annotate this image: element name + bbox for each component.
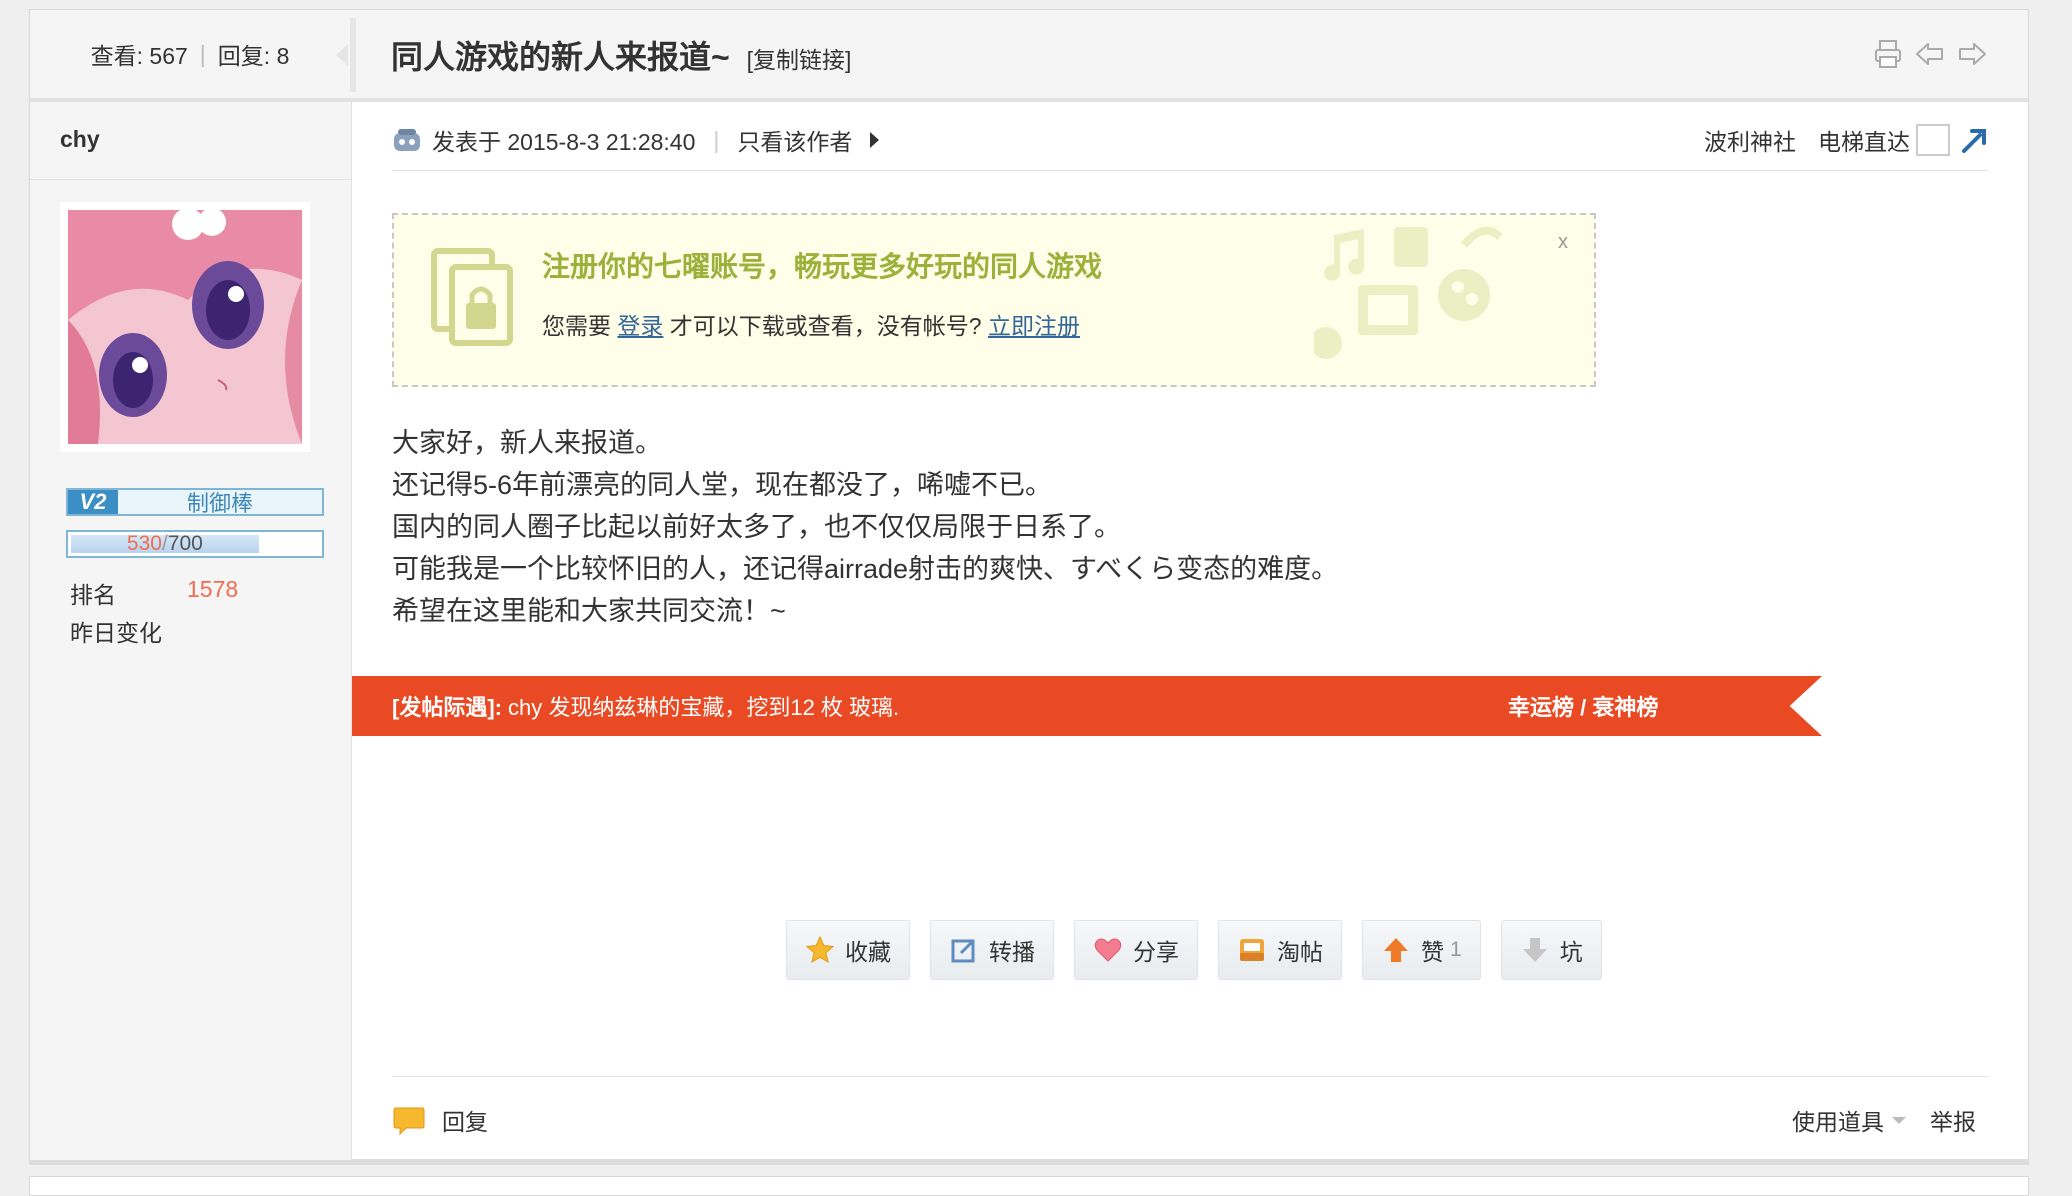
author-name[interactable]: chy <box>60 126 100 153</box>
thumb-up-arrow-icon <box>1384 938 1408 962</box>
repost-label: 转播 <box>989 939 1035 965</box>
content-line: 可能我是一个比较怀旧的人，还记得airrade射击的爽快、すべくら变态的难度。 <box>392 554 1339 584</box>
avatar-image <box>68 210 302 444</box>
thread-stats: 查看: 567 | 回复: 8 <box>30 10 350 98</box>
tray-icon <box>1240 939 1264 961</box>
only-author-link[interactable]: 只看该作者 <box>737 123 852 157</box>
share-label: 分享 <box>1133 939 1179 965</box>
footer-divider <box>392 1076 1988 1077</box>
views-stat: 查看: 567 <box>90 43 188 69</box>
star-icon <box>805 935 835 964</box>
board-link[interactable]: 波利神社 <box>1704 123 1796 157</box>
elevator-go-icon[interactable] <box>1958 125 1988 155</box>
lock-icon <box>431 248 513 346</box>
content-line: 大家好，新人来报道。 <box>392 428 662 458</box>
like-label: 赞 <box>1421 939 1444 965</box>
prev-thread-icon[interactable] <box>1914 38 1946 70</box>
thumb-down-arrow-icon <box>1522 938 1547 962</box>
copy-link-button[interactable]: [复制链接] <box>747 47 852 73</box>
stats-arrow <box>336 44 348 66</box>
avatar[interactable] <box>60 202 310 452</box>
login-notice: 注册你的七曜账号，畅玩更多好玩的同人游戏 您需要 登录 才可以下载或查看，没有帐… <box>392 213 1596 387</box>
post-nav: 波利神社 电梯直达 <box>1704 120 1988 160</box>
replies-stat: 回复: 8 <box>217 43 290 69</box>
register-link[interactable]: 立即注册 <box>988 313 1080 339</box>
speech-bubble-icon <box>393 1107 425 1136</box>
rank-label: 排名 <box>70 582 116 608</box>
like-count: 1 <box>1450 938 1462 961</box>
chevron-down-icon <box>1892 1116 1906 1124</box>
yesterday-change-label: 昨日变化 <box>70 620 162 646</box>
repost-button[interactable]: 转播 <box>930 920 1054 980</box>
author-divider <box>30 179 351 180</box>
post-panel: 查看: 567 | 回复: 8 同人游戏的新人来报道~ [复制链接] chy V… <box>29 9 2029 1165</box>
post-meta: 发表于 2015-8-3 21:28:40 | 只看该作者 <box>392 120 880 160</box>
level-badge[interactable]: V2 制御棒 <box>66 488 324 516</box>
stats-separator: | <box>199 40 206 67</box>
rank-value: 1578 <box>187 576 239 602</box>
exp-progress: 530 / 700 <box>66 530 324 558</box>
elevator-label: 电梯直达 <box>1818 129 1910 155</box>
post-actions: 收藏 转播 分享 淘帖 赞 1 坑 <box>786 920 1602 980</box>
banner-message: chy 发现纳兹琳的宝藏，挖到12 枚 玻璃. <box>507 695 900 720</box>
stats-divider <box>350 18 356 92</box>
dislike-button[interactable]: 坑 <box>1500 920 1602 980</box>
tao-post-button[interactable]: 淘帖 <box>1218 920 1342 980</box>
author-sidebar: chy V2 制御棒 530 / 700 排名 1578 昨日变化 <box>30 102 352 1160</box>
notice-middle: 才可以下载或查看，没有帐号? <box>669 313 982 339</box>
exp-current: 530 <box>126 532 162 555</box>
report-link[interactable]: 举报 <box>1930 1103 1976 1137</box>
heart-icon <box>1094 938 1122 962</box>
vip-level: V2 <box>68 489 118 514</box>
level-title: 制御棒 <box>186 491 253 516</box>
content-line: 还记得5-6年前漂亮的同人堂，现在都没了，唏嘘不已。 <box>392 470 1053 500</box>
notice-close-button[interactable]: x <box>1558 231 1568 254</box>
like-button[interactable]: 赞 1 <box>1362 920 1481 980</box>
login-link[interactable]: 登录 <box>617 313 663 339</box>
meta-divider <box>392 170 1988 171</box>
print-icon[interactable] <box>1872 38 1904 70</box>
banner-text: [发帖际遇]: chy 发现纳兹琳的宝藏，挖到12 枚 玻璃. <box>392 676 899 736</box>
post-date: 发表于 2015-8-3 21:28:40 <box>432 129 696 155</box>
use-item-dropdown[interactable]: 使用道具 <box>1792 1103 1906 1137</box>
thread-title: 同人游戏的新人来报道~ [复制链接] <box>391 32 851 78</box>
thread-title-text: 同人游戏的新人来报道~ <box>391 39 730 75</box>
meta-separator: | <box>713 126 720 153</box>
floor-jump-input[interactable] <box>1916 124 1950 156</box>
notice-prefix: 您需要 <box>542 313 611 339</box>
notice-text: 您需要 登录 才可以下载或查看，没有帐号? 立即注册 <box>542 307 1080 341</box>
tao-post-label: 淘帖 <box>1277 939 1323 965</box>
media-decoration-icon <box>1314 226 1503 359</box>
reply-label: 回复 <box>442 1109 488 1135</box>
thread-header: 查看: 567 | 回复: 8 同人游戏的新人来报道~ [复制链接] <box>30 10 2028 102</box>
share-button[interactable]: 分享 <box>1074 920 1198 980</box>
exp-progress-fill: 530 / 700 <box>71 532 259 555</box>
online-status-icon <box>394 129 420 151</box>
header-icons <box>1872 38 1988 70</box>
next-post-panel <box>29 1176 2029 1196</box>
post-luck-banner: [发帖际遇]: chy 发现纳兹琳的宝藏，挖到12 枚 玻璃. 幸运榜 / 衰神… <box>352 676 1822 736</box>
use-item-label: 使用道具 <box>1792 1109 1884 1135</box>
repost-icon <box>951 939 975 963</box>
content-line: 希望在这里能和大家共同交流！~ <box>392 596 786 626</box>
content-line: 国内的同人圈子比起以前好太多了，也不仅仅局限于日系了。 <box>392 512 1121 542</box>
dislike-label: 坑 <box>1559 939 1583 965</box>
next-thread-icon[interactable] <box>1956 38 1988 70</box>
reply-button[interactable]: 回复 <box>392 1100 488 1140</box>
exp-max: 700 <box>167 532 203 555</box>
post-content: 大家好，新人来报道。 还记得5-6年前漂亮的同人堂，现在都没了，唏嘘不已。 国内… <box>392 422 1338 632</box>
favorite-label: 收藏 <box>845 939 891 965</box>
banner-tag: [发帖际遇]: <box>392 695 502 720</box>
only-author-arrow-icon <box>870 132 880 148</box>
post-tools: 使用道具 举报 <box>1792 1100 1976 1140</box>
luck-ranking-link[interactable]: 幸运榜 / 衰神榜 <box>1508 676 1658 736</box>
notice-title: 注册你的七曜账号，畅玩更多好玩的同人游戏 <box>542 251 1103 282</box>
favorite-button[interactable]: 收藏 <box>786 920 910 980</box>
